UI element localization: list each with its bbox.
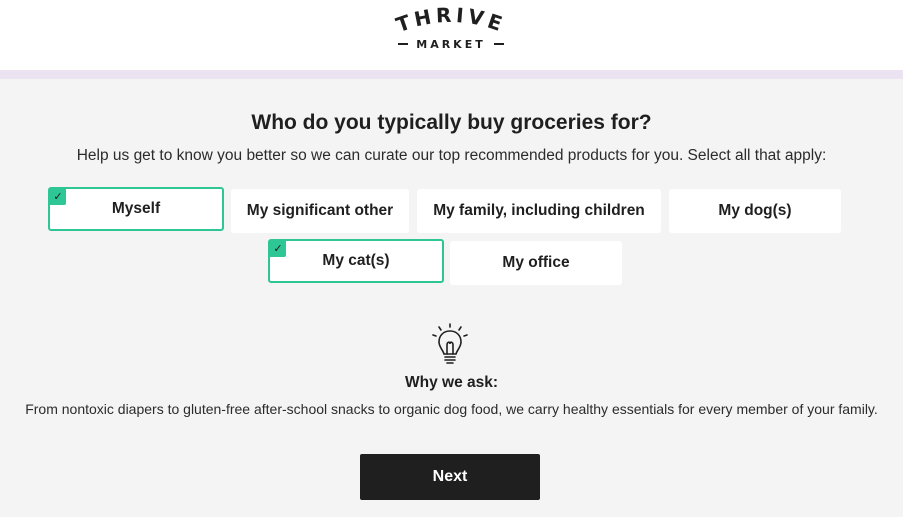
option-myself[interactable]: ✓ Myself — [48, 187, 224, 231]
option-label: My dog(s) — [718, 202, 792, 219]
question-title: Who do you typically buy groceries for? — [251, 111, 652, 134]
question-subtitle: Help us get to know you better so we can… — [76, 147, 827, 164]
option-cats[interactable]: ✓ My cat(s) — [268, 239, 444, 283]
option-label: My office — [502, 254, 570, 271]
checkmark-icon: ✓ — [50, 189, 66, 205]
checkmark-icon: ✓ — [270, 241, 286, 257]
option-label: My family, including children — [433, 202, 645, 219]
option-significant-other[interactable]: My significant other — [231, 189, 409, 233]
site-header: THRIVE MARKET — [0, 0, 903, 70]
lightbulb-icon — [430, 323, 470, 367]
thrive-market-logo-graphic: THRIVE MARKET — [393, 6, 509, 51]
option-label: Myself — [111, 200, 161, 217]
logo-bottom-text: MARKET — [416, 38, 485, 51]
option-label: My significant other — [246, 202, 394, 219]
option-office[interactable]: My office — [450, 241, 622, 285]
why-we-ask-title: Why we ask: — [404, 374, 499, 391]
next-button[interactable]: Next — [360, 454, 540, 500]
header-stripe — [0, 70, 903, 79]
svg-text:THRIVE: THRIVE — [393, 6, 509, 37]
option-label: My cat(s) — [322, 252, 390, 269]
option-dogs[interactable]: My dog(s) — [669, 189, 841, 233]
why-we-ask-text: From nontoxic diapers to gluten-free aft… — [25, 401, 878, 417]
option-family[interactable]: My family, including children — [417, 189, 661, 233]
thrive-market-logo[interactable]: THRIVE MARKET — [376, 6, 526, 56]
main-content: Who do you typically buy groceries for? … — [0, 79, 903, 517]
logo-top-text: THRIVE — [393, 6, 505, 37]
